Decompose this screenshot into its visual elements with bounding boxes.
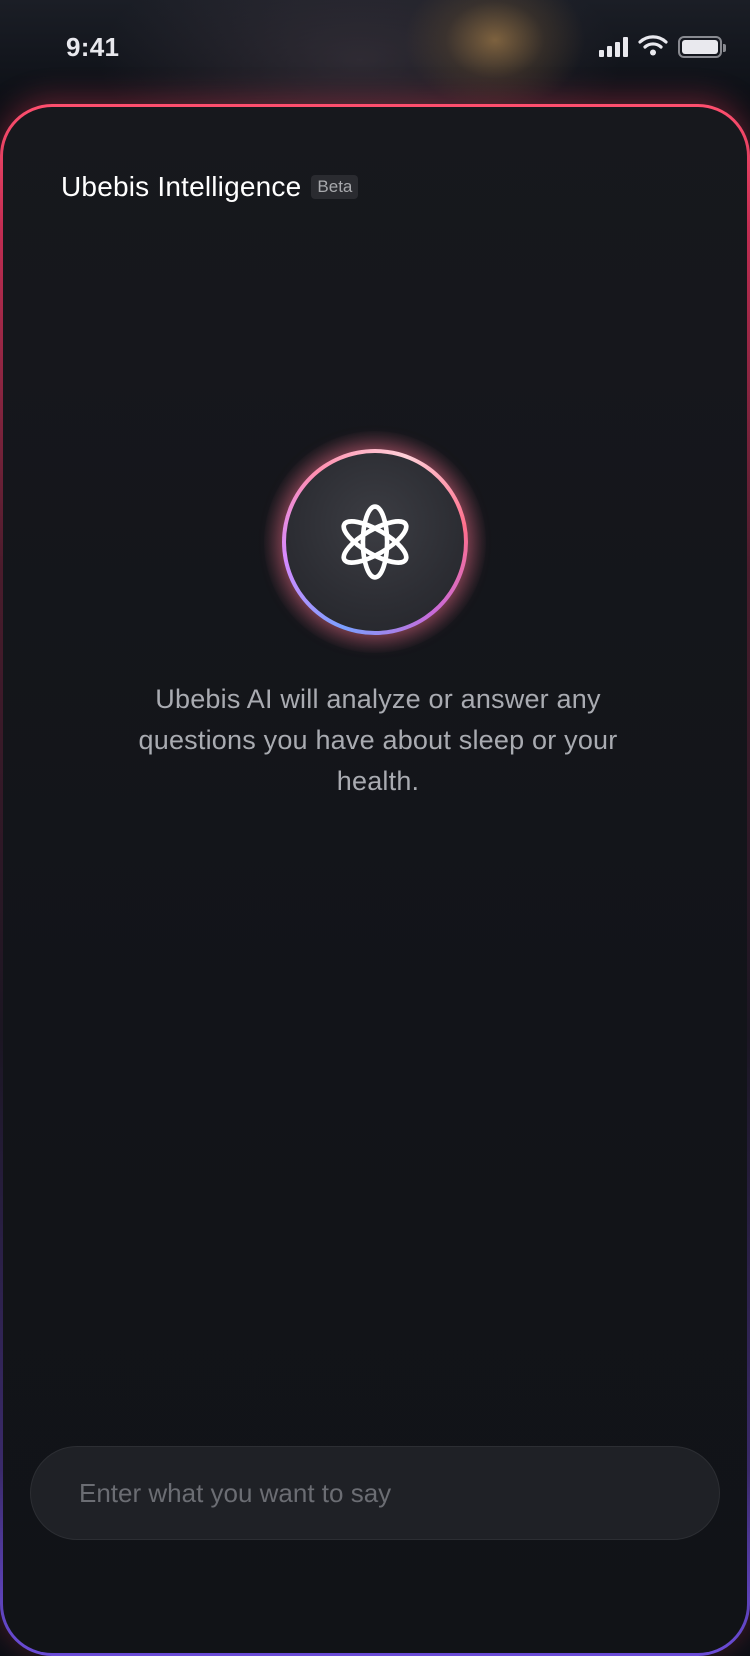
screen: 9:41 Ubebis Intelligence Beta Ubebis AI … — [0, 0, 750, 1656]
message-input[interactable] — [31, 1447, 719, 1539]
status-bar: 9:41 — [0, 0, 750, 100]
wifi-icon — [638, 34, 668, 61]
assistant-sheet: Ubebis Intelligence Beta Ubebis AI will … — [0, 104, 750, 1656]
assistant-panel: Ubebis Intelligence Beta Ubebis AI will … — [3, 107, 747, 1653]
beta-badge: Beta — [311, 175, 359, 199]
status-time: 9:41 — [66, 32, 120, 62]
page-title: Ubebis Intelligence — [61, 171, 302, 202]
signal-icon — [599, 37, 628, 57]
ai-orb[interactable] — [264, 431, 486, 653]
assistant-description: Ubebis AI will analyze or answer any que… — [138, 684, 618, 796]
atom-icon — [337, 501, 413, 583]
status-icons — [599, 34, 726, 61]
message-composer[interactable] — [30, 1446, 720, 1540]
header: Ubebis Intelligence Beta — [61, 171, 359, 203]
battery-icon — [678, 36, 726, 58]
